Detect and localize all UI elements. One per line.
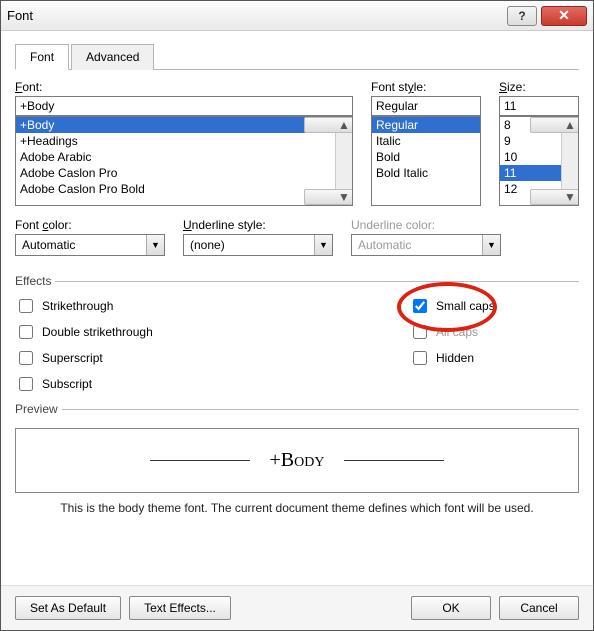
font-label: Font:: [15, 80, 353, 94]
list-item[interactable]: Adobe Caslon Pro Bold: [16, 181, 352, 197]
font-dialog: Font ? ✕ Font Advanced Font: +Body +Head…: [0, 0, 594, 631]
set-default-button[interactable]: Set As Default: [15, 596, 121, 620]
window-title: Font: [7, 8, 503, 23]
fontcolor-combo[interactable]: Automatic ▼: [15, 234, 165, 256]
tab-advanced[interactable]: Advanced: [71, 44, 154, 70]
size-input[interactable]: [499, 96, 579, 116]
fontcolor-column: Font color: Automatic ▼: [15, 218, 165, 256]
font-row: Font: +Body +Headings Adobe Arabic Adobe…: [15, 80, 579, 206]
understyle-column: Underline style: (none) ▼: [183, 218, 333, 256]
list-item[interactable]: Adobe Caslon Pro: [16, 165, 352, 181]
undercolor-combo: Automatic ▼: [351, 234, 501, 256]
color-row: Font color: Automatic ▼ Underline style:…: [15, 218, 579, 256]
button-bar: Set As Default Text Effects... OK Cancel: [1, 585, 593, 630]
list-item[interactable]: Regular: [372, 117, 480, 133]
preview-line-left: [150, 460, 250, 461]
text-effects-button[interactable]: Text Effects...: [129, 596, 231, 620]
style-column: Font style: Regular Italic Bold Bold Ita…: [371, 80, 481, 206]
effects-legend: Effects: [15, 274, 55, 288]
preview-fieldset: Preview +Body This is the body theme fon…: [15, 402, 579, 515]
scroll-up-icon[interactable]: ▲: [530, 117, 579, 133]
undercolor-label: Underline color:: [351, 218, 501, 232]
effects-fieldset: Effects Strikethrough Double strikethrou…: [15, 274, 579, 394]
tab-font[interactable]: Font: [15, 44, 69, 70]
list-item[interactable]: Adobe Arabic: [16, 149, 352, 165]
client-area: Font Advanced Font: +Body +Headings Adob…: [1, 31, 593, 585]
smallcaps-checkbox[interactable]: Small caps: [409, 296, 579, 316]
hidden-checkbox[interactable]: Hidden: [409, 348, 579, 368]
list-item[interactable]: +Body: [16, 117, 352, 133]
list-item[interactable]: Italic: [372, 133, 480, 149]
chevron-down-icon[interactable]: ▼: [146, 235, 164, 255]
fontcolor-label: Font color:: [15, 218, 165, 232]
understyle-value: (none): [184, 235, 314, 255]
cancel-button[interactable]: Cancel: [499, 596, 579, 620]
strikethrough-checkbox[interactable]: Strikethrough: [15, 296, 409, 316]
subscript-checkbox[interactable]: Subscript: [15, 374, 409, 394]
preview-box: +Body: [15, 428, 579, 493]
font-listbox[interactable]: +Body +Headings Adobe Arabic Adobe Caslo…: [15, 116, 353, 206]
close-button[interactable]: ✕: [541, 6, 587, 26]
list-item[interactable]: Bold Italic: [372, 165, 480, 181]
style-label: Font style:: [371, 80, 481, 94]
preview-legend: Preview: [15, 402, 62, 416]
list-item[interactable]: Bold: [372, 149, 480, 165]
preview-text: +Body: [270, 449, 325, 472]
understyle-combo[interactable]: (none) ▼: [183, 234, 333, 256]
preview-line-right: [344, 460, 444, 461]
style-input[interactable]: [371, 96, 481, 116]
titlebar: Font ? ✕: [1, 1, 593, 31]
font-input[interactable]: [15, 96, 353, 116]
font-column: Font: +Body +Headings Adobe Arabic Adobe…: [15, 80, 353, 206]
scroll-down-icon[interactable]: ▼: [304, 189, 353, 205]
chevron-down-icon[interactable]: ▼: [314, 235, 332, 255]
undercolor-value: Automatic: [352, 235, 482, 255]
style-listbox[interactable]: Regular Italic Bold Bold Italic: [371, 116, 481, 206]
scroll-up-icon[interactable]: ▲: [304, 117, 353, 133]
scrollbar[interactable]: ▲ ▼: [561, 117, 578, 205]
chevron-down-icon: ▼: [482, 235, 500, 255]
help-button[interactable]: ?: [507, 6, 537, 26]
ok-button[interactable]: OK: [411, 596, 491, 620]
list-item[interactable]: +Headings: [16, 133, 352, 149]
size-listbox[interactable]: 8 9 10 11 12 ▲ ▼: [499, 116, 579, 206]
understyle-label: Underline style:: [183, 218, 333, 232]
double-strikethrough-checkbox[interactable]: Double strikethrough: [15, 322, 409, 342]
preview-description: This is the body theme font. The current…: [15, 501, 579, 515]
scrollbar[interactable]: ▲ ▼: [335, 117, 352, 205]
size-label: Size:: [499, 80, 579, 94]
size-column: Size: 8 9 10 11 12 ▲ ▼: [499, 80, 579, 206]
superscript-checkbox[interactable]: Superscript: [15, 348, 409, 368]
tab-strip: Font Advanced: [15, 43, 579, 70]
scroll-down-icon[interactable]: ▼: [530, 189, 579, 205]
fontcolor-value: Automatic: [16, 235, 146, 255]
allcaps-checkbox[interactable]: All caps: [409, 322, 579, 342]
undercolor-column: Underline color: Automatic ▼: [351, 218, 501, 256]
